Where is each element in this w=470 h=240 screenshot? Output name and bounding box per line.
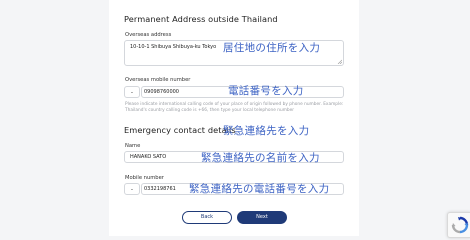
emergency-name-annotation: 緊急連絡先の名前を入力 [201,152,320,164]
emergency-mobile-value: 0332198761 [144,186,176,192]
mobile-hint-text: Please indicate international calling co… [125,102,344,113]
emergency-title-annotation: 緊急連絡先を入力 [223,125,310,137]
overseas-address-value: 10-10-1 Shibuya Shibuya-ku Tokyo [130,44,217,50]
emergency-contact-title: Emergency contact details [124,125,236,135]
recaptcha-icon [451,216,469,234]
back-button[interactable]: Back [182,211,232,224]
emergency-mobile-annotation: 緊急連絡先の電話番号を入力 [189,183,330,195]
overseas-mobile-annotation: 電話番号を入力 [228,85,304,97]
overseas-mobile-value: 09098760000 [144,89,179,95]
permanent-address-title: Permanent Address outside Thailand [124,14,278,24]
emergency-country-code-select[interactable]: - [124,183,140,195]
overseas-address-label: Overseas address [125,32,172,38]
emergency-name-label: Name [125,143,141,149]
resize-handle-icon[interactable] [337,59,342,64]
next-button[interactable]: Next [237,211,287,224]
emergency-name-value: HANAKO SATO [130,154,167,160]
overseas-country-code-select[interactable]: - [124,86,140,98]
recaptcha-badge[interactable] [447,212,470,238]
overseas-mobile-label: Overseas mobile number [125,77,191,83]
overseas-address-annotation: 居住地の住所を入力 [223,42,321,54]
emergency-mobile-label: Mobile number [125,175,164,181]
